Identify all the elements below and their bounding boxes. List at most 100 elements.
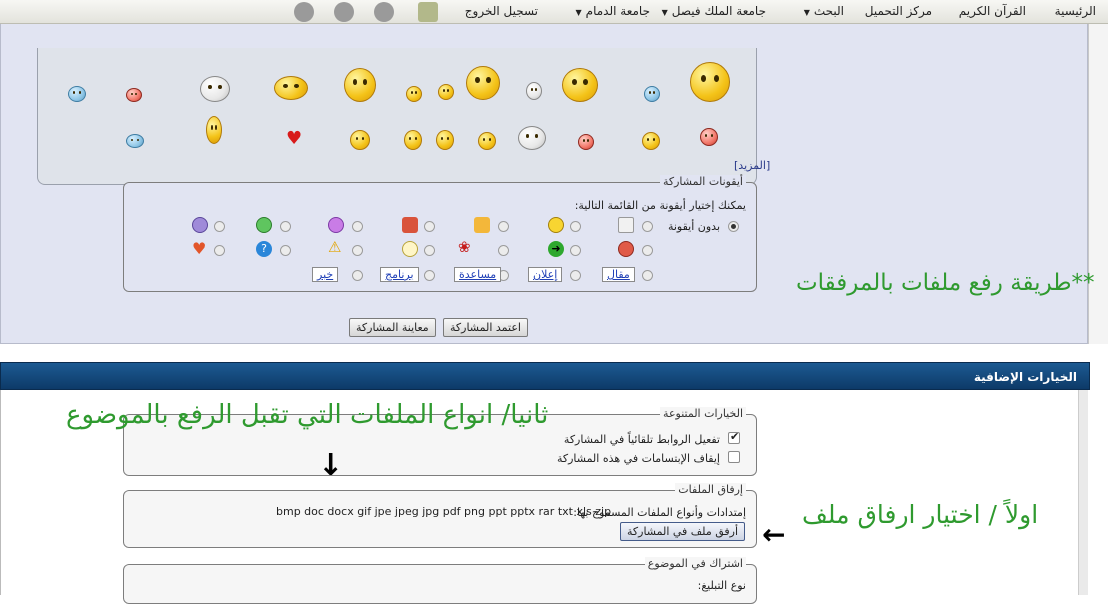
smiley-icon[interactable] [344, 68, 376, 102]
smiley-icon[interactable] [466, 66, 500, 100]
smiley-icon[interactable] [206, 116, 222, 144]
radio-icon[interactable] [498, 221, 509, 232]
radio-icon[interactable] [498, 245, 509, 256]
post-icons-instruction: يمكنك إختيار أيقونة من القائمة التالية: [574, 199, 746, 212]
question-icon: ? [256, 241, 272, 257]
rose-icon: ❀ [458, 238, 471, 256]
heart-icon[interactable] [294, 2, 314, 22]
smiley-icon[interactable] [404, 130, 422, 150]
icon-word-article: مقال [602, 267, 635, 282]
radio-icon[interactable] [424, 221, 435, 232]
smiley-icon[interactable] [350, 130, 370, 150]
icon-word-news: خبر [312, 267, 339, 282]
radio-icon[interactable] [570, 245, 581, 256]
attach-file-button[interactable]: أرفق ملف في المشاركة [620, 522, 746, 541]
disable-smilies-checkbox[interactable] [728, 451, 740, 463]
grin-smiley-icon [256, 217, 272, 233]
arrow-right-icon: ➜ [548, 241, 564, 257]
auto-links-label: تفعيل الروابط تلقائياً في المشاركة [563, 433, 720, 446]
radio-icon[interactable] [424, 245, 435, 256]
nav-home[interactable]: الرئيسية [1055, 4, 1096, 18]
sad-smiley-icon [192, 217, 208, 233]
submit-post-button[interactable]: اعتمد المشاركة [443, 318, 528, 337]
post-editor-panel: ♥ [المزيد] أيقونات المشاركة يمكنك إختيار… [0, 24, 1088, 344]
smiley-icon [548, 217, 564, 233]
nav-kfu-label: جامعة الملك فيصل [671, 4, 766, 18]
nav-kfu[interactable]: جامعة الملك فيصل▼ [662, 4, 766, 18]
annotation-file-types: ثانيا/ انواع الملفات التي تقبل الرفع بال… [66, 400, 549, 430]
book-icon[interactable] [418, 2, 438, 22]
nav-quran[interactable]: القرآن الكريم [959, 4, 1026, 18]
nav-search[interactable]: البحث▼ [804, 4, 844, 18]
document-icon [618, 217, 634, 233]
smiley-icon[interactable] [200, 76, 230, 102]
smiley-icon[interactable] [518, 126, 546, 150]
laughing-smiley-icon [328, 217, 344, 233]
additional-options-header: الخيارات الإضافية [0, 362, 1090, 390]
chevron-down-icon: ▼ [661, 8, 668, 17]
allowed-extensions-list: bmp doc docx gif jpe jpeg jpg pdf png pp… [276, 505, 612, 518]
warning-icon: ⚠ [328, 238, 342, 256]
chevron-down-icon: ▼ [803, 8, 810, 17]
smiley-icon[interactable] [126, 88, 142, 102]
radio-icon[interactable] [280, 221, 291, 232]
smiley-icon[interactable] [642, 132, 660, 150]
smiley-icon[interactable] [126, 134, 144, 148]
lightbulb-icon [402, 241, 418, 257]
disable-smilies-label: إيقاف الإبتسامات في هذه المشاركة [556, 452, 720, 465]
radio-icon[interactable] [642, 270, 653, 281]
avatar-icon[interactable] [334, 2, 354, 22]
attachments-legend: إرفاق الملفات [675, 483, 746, 496]
smiley-icon[interactable] [644, 86, 660, 102]
no-icon-label: بدون أيقونة [667, 220, 720, 233]
radio-icon[interactable] [570, 221, 581, 232]
heart-icon: ♥ [192, 239, 207, 258]
nav-logout[interactable]: تسجيل الخروج [465, 4, 538, 18]
heart-icon[interactable]: ♥ [286, 130, 302, 148]
smiley-icon[interactable] [700, 128, 718, 146]
auto-links-checkbox[interactable] [728, 430, 740, 444]
notify-type-label: نوع التبليغ: [697, 579, 746, 592]
smiley-icon[interactable] [406, 86, 422, 102]
misc-options-legend: الخيارات المتنوعة [660, 407, 746, 420]
radio-icon[interactable] [570, 270, 581, 281]
radio-icon[interactable] [280, 245, 291, 256]
arrow-left-icon: ← [762, 518, 786, 551]
smiley-icon[interactable] [578, 134, 594, 150]
nav-search-label: البحث [813, 4, 844, 18]
thumbs-down-icon [402, 217, 418, 233]
more-smilies-link[interactable]: [المزيد] [734, 159, 770, 172]
radio-icon[interactable] [424, 270, 435, 281]
radio-icon[interactable] [214, 245, 225, 256]
smiley-icon[interactable] [436, 130, 454, 150]
angry-smiley-icon [618, 241, 634, 257]
radio-icon[interactable] [352, 270, 363, 281]
thumbs-up-icon [474, 217, 490, 233]
smiley-icon[interactable] [274, 76, 308, 100]
post-icons-legend: أيقونات المشاركة [659, 175, 746, 188]
radio-icon[interactable] [642, 245, 653, 256]
radio-no-icon[interactable] [728, 221, 739, 232]
smiley-icon[interactable] [478, 132, 496, 150]
radio-icon[interactable] [214, 221, 225, 232]
subscribe-fieldset: اشتراك في الموضوع نوع التبليغ: [123, 557, 757, 604]
smiley-icon[interactable] [690, 62, 730, 102]
right-strip [1088, 24, 1108, 344]
annotation-step-one: اولاً / اختيار ارفاق ملف [802, 500, 1039, 529]
smiley-icon[interactable] [562, 68, 598, 102]
scrollbar[interactable] [1078, 390, 1088, 595]
smiley-icon[interactable] [526, 82, 542, 100]
smiley-icon[interactable] [438, 84, 454, 100]
preview-post-button[interactable]: معاينة المشاركة [349, 318, 436, 337]
nav-upload-center[interactable]: مركز التحميل [865, 4, 932, 18]
radio-icon[interactable] [352, 221, 363, 232]
smilies-box: ♥ [المزيد] [37, 48, 770, 185]
radio-icon[interactable] [642, 221, 653, 232]
nav-dammam[interactable]: جامعة الدمام▼ [576, 4, 651, 18]
top-navbar: الرئيسية القرآن الكريم مركز التحميل البح… [0, 0, 1108, 24]
globe-icon[interactable] [374, 2, 394, 22]
attachments-fieldset: إرفاق الملفات إمتدادات وأنواع الملفات ال… [123, 483, 757, 548]
smiley-icon[interactable] [68, 86, 86, 102]
radio-icon[interactable] [352, 245, 363, 256]
annotation-upload-method: **طريقة رفع ملفات بالمرفقات [796, 270, 1095, 296]
